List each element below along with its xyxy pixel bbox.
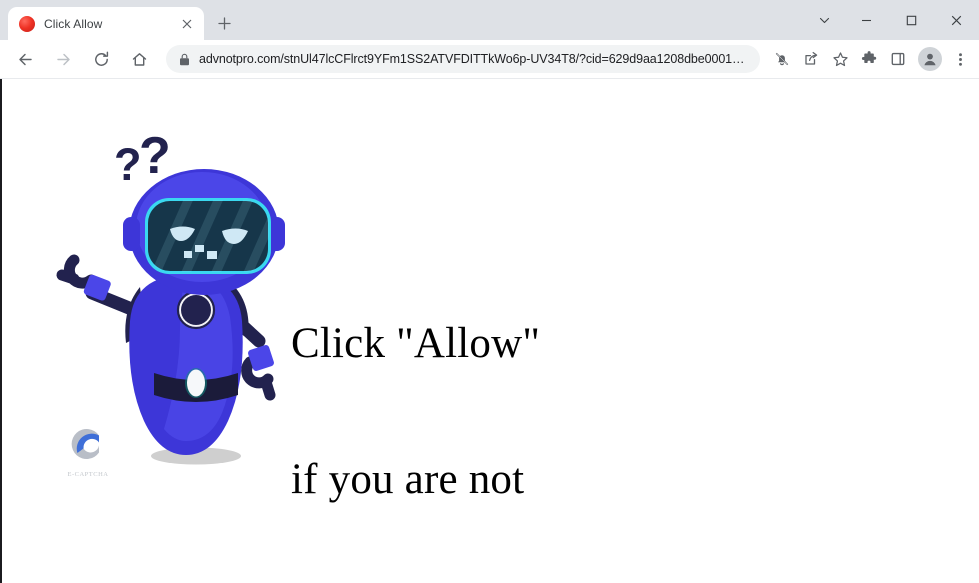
close-window-icon[interactable] [934, 4, 979, 36]
page-headline: Click "Allow" if you are not a robot [291, 231, 540, 583]
browser-window: Click Allow advnotpro.com/stnUl47lcCFlrc… [0, 0, 979, 583]
tab-strip: Click Allow [0, 0, 979, 40]
captcha-logo: E-CAPTCHA [60, 424, 116, 478]
three-dot-menu-icon[interactable] [949, 46, 971, 72]
share-icon[interactable] [798, 46, 824, 72]
back-button-icon[interactable] [11, 45, 39, 73]
confused-robot-illustration: ? ? [44, 127, 294, 467]
new-tab-button[interactable] [210, 9, 238, 37]
address-bar[interactable]: advnotpro.com/stnUl47lcCFlrct9YFm1SS2ATV… [166, 45, 760, 73]
side-panel-icon[interactable] [885, 46, 911, 72]
red-circle-favicon-icon [19, 15, 35, 32]
captcha-label: E-CAPTCHA [67, 471, 109, 478]
bookmark-star-icon[interactable] [827, 46, 853, 72]
url-text: advnotpro.com/stnUl47lcCFlrct9YFm1SS2ATV… [199, 52, 748, 66]
minimize-window-icon[interactable] [844, 4, 889, 36]
forward-button-icon[interactable] [49, 45, 77, 73]
headline-line-1: Click "Allow" [291, 320, 541, 368]
headline-line-2: if you are not [291, 455, 525, 503]
page-viewport: ? ? Click "Allow" if you are not E-CAPTC… [0, 79, 979, 583]
tab-title: Click Allow [44, 16, 103, 31]
svg-text:?: ? [139, 127, 171, 185]
reload-button-icon[interactable] [87, 45, 115, 73]
lock-icon [179, 53, 190, 66]
tab-search-chevron-down-icon[interactable] [804, 4, 844, 36]
profile-avatar-icon[interactable] [918, 47, 942, 71]
toolbar-icon-group [766, 46, 971, 72]
svg-text:?: ? [114, 139, 142, 190]
captcha-c-icon [60, 424, 116, 469]
maximize-window-icon[interactable] [889, 4, 934, 36]
notifications-blocked-icon[interactable] [769, 46, 795, 72]
home-button-icon[interactable] [125, 45, 153, 73]
captcha-page: ? ? Click "Allow" if you are not E-CAPTC… [2, 79, 979, 583]
close-tab-icon[interactable] [178, 15, 196, 33]
browser-toolbar: advnotpro.com/stnUl47lcCFlrct9YFm1SS2ATV… [0, 40, 979, 78]
window-controls [804, 0, 979, 40]
extensions-puzzle-icon[interactable] [856, 46, 882, 72]
browser-tab[interactable]: Click Allow [8, 7, 204, 40]
